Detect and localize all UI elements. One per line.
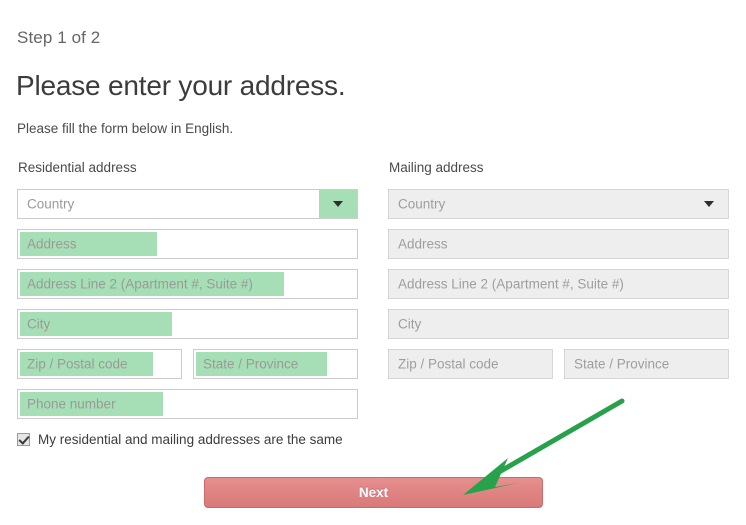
chevron-down-icon[interactable] [690, 190, 728, 218]
next-button[interactable]: Next [204, 477, 543, 508]
mailing-address-placeholder: Address [398, 236, 448, 252]
residential-state-input[interactable]: State / Province [193, 349, 358, 379]
text-selection-highlight [20, 272, 284, 296]
step-indicator: Step 1 of 2 [17, 28, 101, 47]
residential-zip-input[interactable]: Zip / Postal code [17, 349, 182, 379]
residential-zip-state-row: Zip / Postal code State / Province [17, 349, 358, 379]
text-selection-highlight [20, 352, 153, 376]
page-title: Please enter your address. [16, 70, 346, 101]
text-selection-highlight [20, 232, 157, 256]
residential-country-placeholder: Country [27, 196, 75, 212]
residential-address-heading: Residential address [18, 160, 137, 175]
mailing-zip-state-row: Zip / Postal code State / Province [388, 349, 729, 379]
chevron-down-icon[interactable] [319, 190, 357, 218]
residential-address-section: Residential address Country Address Addr… [17, 160, 358, 429]
mailing-country-select[interactable]: Country [388, 189, 729, 219]
same-address-checkbox-row[interactable]: My residential and mailing addresses are… [17, 432, 343, 447]
text-selection-highlight [20, 392, 163, 416]
mailing-address2-placeholder: Address Line 2 (Apartment #, Suite #) [398, 276, 624, 292]
address-form-page: Step 1 of 2 Please enter your address. P… [0, 0, 746, 525]
same-address-label: My residential and mailing addresses are… [38, 432, 343, 447]
text-selection-highlight [196, 352, 327, 376]
mailing-address2-input[interactable]: Address Line 2 (Apartment #, Suite #) [388, 269, 729, 299]
page-subtitle: Please fill the form below in English. [17, 121, 234, 136]
residential-phone-input[interactable]: Phone number [17, 389, 358, 419]
mailing-state-placeholder: State / Province [574, 356, 670, 372]
mailing-country-placeholder: Country [398, 196, 446, 212]
mailing-city-placeholder: City [398, 316, 422, 332]
residential-address2-input[interactable]: Address Line 2 (Apartment #, Suite #) [17, 269, 358, 299]
mailing-address-heading: Mailing address [389, 160, 484, 175]
text-selection-highlight [20, 312, 172, 336]
mailing-city-input[interactable]: City [388, 309, 729, 339]
mailing-zip-placeholder: Zip / Postal code [398, 356, 499, 372]
residential-country-select[interactable]: Country [17, 189, 358, 219]
mailing-address-input[interactable]: Address [388, 229, 729, 259]
checkmark-icon[interactable] [17, 433, 30, 446]
mailing-address-section: Mailing address Country Address Address … [388, 160, 729, 389]
arrow-shaft [484, 398, 625, 482]
mailing-zip-input[interactable]: Zip / Postal code [388, 349, 553, 379]
mailing-state-input[interactable]: State / Province [564, 349, 729, 379]
residential-address-input[interactable]: Address [17, 229, 358, 259]
residential-city-input[interactable]: City [17, 309, 358, 339]
